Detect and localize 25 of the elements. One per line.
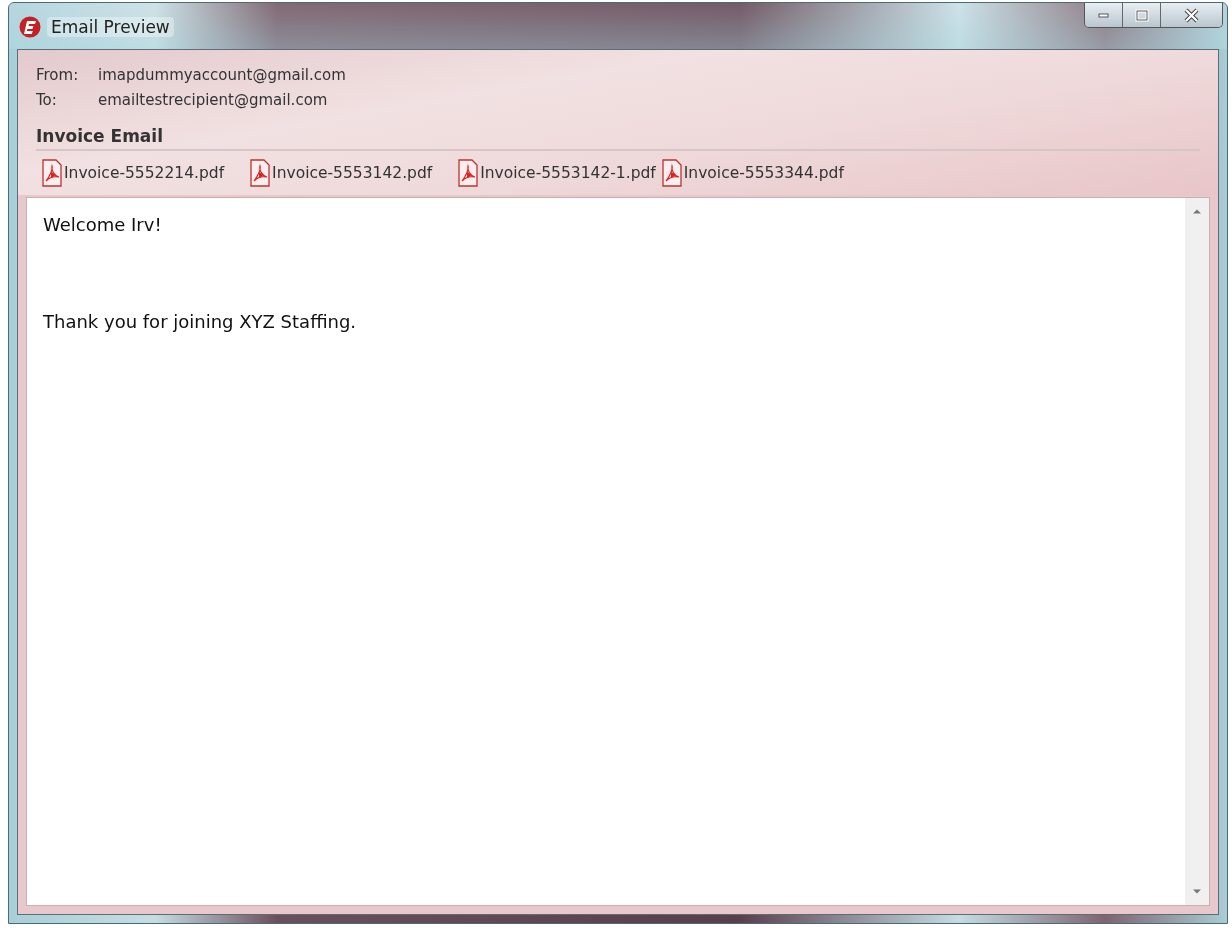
- maximize-button[interactable]: [1122, 3, 1160, 27]
- scrollbar[interactable]: [1185, 198, 1209, 905]
- close-icon: [1184, 7, 1199, 23]
- app-logo-icon: [19, 16, 41, 38]
- sender-address: imapdummyaccount@gmail.com: [98, 65, 346, 84]
- recipient-address: emailtestrecipient@gmail.com: [98, 90, 328, 109]
- pdf-file-icon: [42, 159, 62, 187]
- pdf-file-icon: [250, 159, 271, 187]
- maximize-icon: [1134, 8, 1149, 22]
- close-button[interactable]: [1160, 3, 1222, 27]
- attachment-link[interactable]: Invoice-5553344.pdf: [661, 159, 844, 187]
- minimize-button[interactable]: [1085, 3, 1122, 27]
- scroll-down-icon[interactable]: [1192, 889, 1202, 895]
- email-subject: Invoice Email: [36, 126, 1200, 151]
- attachment-link[interactable]: Invoice-5552214.pdf: [42, 159, 225, 187]
- from-label: From:: [36, 65, 80, 84]
- to-label: To:: [36, 90, 58, 109]
- attachment-link[interactable]: Invoice-5553142.pdf: [250, 159, 433, 187]
- scroll-up-icon[interactable]: [1192, 208, 1202, 214]
- pdf-file-icon: [661, 159, 682, 187]
- message-body: Welcome Irv! Thank you for joining XYZ Staffing.: [42, 213, 358, 334]
- minimize-icon: [1098, 12, 1109, 18]
- attachment-link[interactable]: Invoice-5553142-1.pdf: [458, 159, 656, 187]
- window-title: Email Preview: [47, 17, 174, 37]
- pdf-file-icon: [458, 159, 479, 187]
